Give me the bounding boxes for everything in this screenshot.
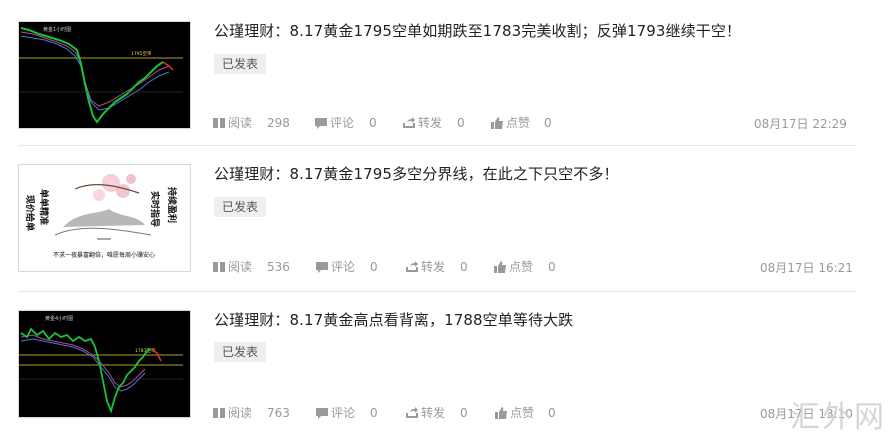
status-badge: 已发表 bbox=[214, 342, 267, 362]
left-slogan-2: 单单精准 bbox=[38, 189, 50, 225]
book-icon bbox=[212, 406, 226, 420]
read-count: 298 bbox=[267, 116, 290, 130]
share-icon bbox=[405, 260, 419, 274]
share-count: 0 bbox=[457, 116, 465, 130]
share-icon bbox=[402, 116, 416, 130]
like-count: 0 bbox=[548, 260, 556, 274]
thumbs-up-icon bbox=[494, 406, 508, 420]
left-slogan-1: 现价给单 bbox=[24, 195, 36, 231]
candlestick-chart-image: 黄金1小时图 1795空单 bbox=[19, 22, 190, 128]
thumbs-up-icon bbox=[490, 116, 504, 130]
article-title[interactable]: 公瑾理财：8.17黄金1795空单如期跌至1783完美收割；反弹1793继续干空… bbox=[214, 20, 741, 41]
thumbs-up-icon bbox=[493, 260, 507, 274]
comment-label: 评论 bbox=[330, 116, 355, 130]
comment-count: 0 bbox=[370, 260, 378, 274]
like-count: 0 bbox=[544, 116, 552, 130]
candlestick-chart-image: 黄金4小时图 1787空单 bbox=[19, 311, 190, 417]
like-label: 点赞 bbox=[510, 406, 535, 420]
comment-icon bbox=[315, 406, 329, 420]
chart-mark: 1795空单 bbox=[131, 50, 152, 57]
share-label: 转发 bbox=[421, 406, 446, 420]
right-slogan-2: 持续盈利 bbox=[166, 187, 178, 223]
chart-caption: 黄金1小时图 bbox=[43, 26, 71, 33]
article-title[interactable]: 公瑾理财：8.17黄金高点看背离，1788空单等待大跌 bbox=[214, 309, 573, 330]
book-icon bbox=[212, 260, 226, 274]
article-thumbnail-chart[interactable]: 黄金1小时图 1795空单 bbox=[18, 21, 191, 129]
right-slogan-1: 实时指导 bbox=[149, 191, 161, 227]
comment-count: 0 bbox=[369, 116, 377, 130]
book-icon bbox=[212, 116, 226, 130]
publish-date: 08月17日 16:21 bbox=[760, 261, 853, 275]
share-count: 0 bbox=[460, 406, 468, 420]
article-title[interactable]: 公瑾理财：8.17黄金1795多空分界线，在此之下只空不多！ bbox=[214, 163, 619, 184]
like-label: 点赞 bbox=[509, 260, 534, 274]
read-count: 536 bbox=[267, 260, 290, 274]
read-label: 阅读 bbox=[228, 260, 253, 274]
read-label: 阅读 bbox=[228, 116, 253, 130]
ink-painting-image: 现价给单 单单精准 实时指导 持续盈利 不求一夜暴富翻倍，唯愿每周小赚安心 bbox=[19, 165, 190, 271]
article-thumbnail-chart[interactable]: 黄金4小时图 1787空单 bbox=[18, 310, 191, 418]
comment-icon bbox=[314, 116, 328, 130]
site-watermark: 汇外网 bbox=[790, 400, 886, 435]
share-label: 转发 bbox=[418, 116, 443, 130]
comment-label: 评论 bbox=[331, 406, 356, 420]
share-count: 0 bbox=[460, 260, 468, 274]
read-count: 763 bbox=[267, 406, 290, 420]
article-thumbnail-ink-painting[interactable]: 现价给单 单单精准 实时指导 持续盈利 不求一夜暴富翻倍，唯愿每周小赚安心 bbox=[18, 164, 191, 272]
share-label: 转发 bbox=[421, 260, 446, 274]
like-label: 点赞 bbox=[506, 116, 531, 130]
status-badge: 已发表 bbox=[214, 197, 267, 217]
divider bbox=[18, 291, 856, 292]
comment-count: 0 bbox=[370, 406, 378, 420]
publish-date: 08月17日 22:29 bbox=[754, 117, 847, 131]
ink-footer: 不求一夜暴富翻倍，唯愿每周小赚安心 bbox=[53, 251, 155, 259]
status-badge: 已发表 bbox=[214, 54, 267, 74]
chart-caption: 黄金4小时图 bbox=[45, 315, 73, 322]
read-label: 阅读 bbox=[228, 406, 253, 420]
like-count: 0 bbox=[548, 406, 556, 420]
comment-label: 评论 bbox=[331, 260, 356, 274]
divider bbox=[18, 145, 856, 146]
share-icon bbox=[405, 406, 419, 420]
comment-icon bbox=[315, 260, 329, 274]
